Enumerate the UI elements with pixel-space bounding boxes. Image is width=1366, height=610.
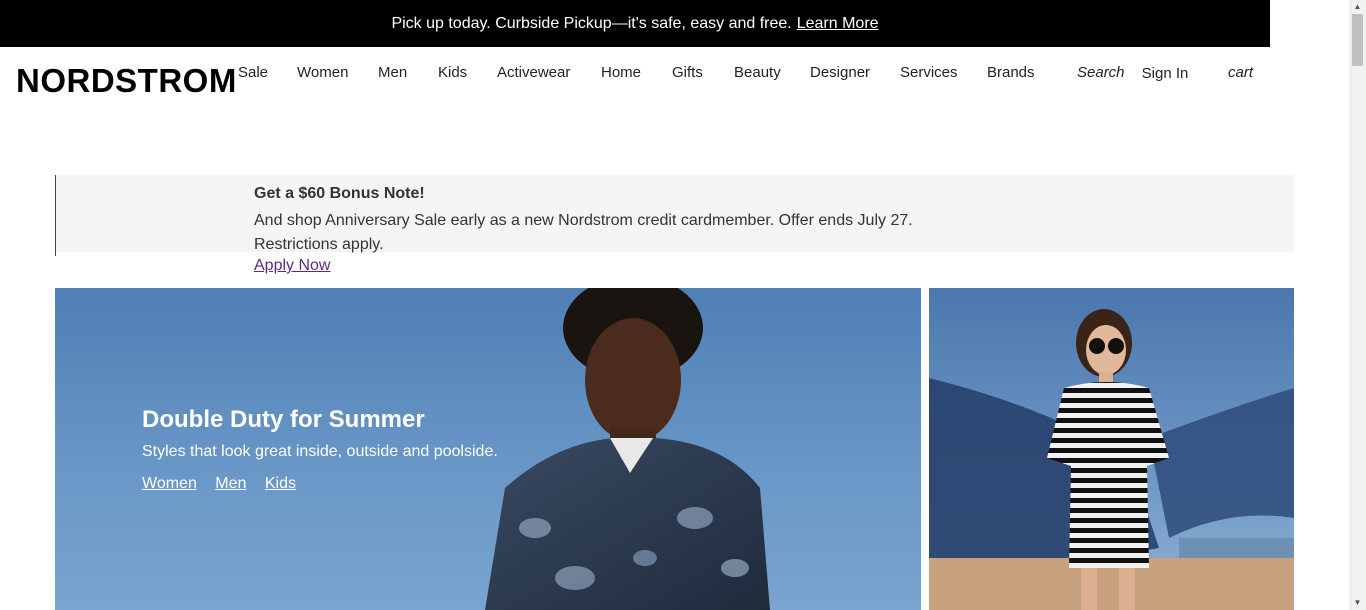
nav-beauty[interactable]: Beauty <box>734 64 781 81</box>
scroll-thumb[interactable] <box>1352 14 1363 66</box>
search-button[interactable]: Search <box>1077 64 1125 81</box>
hero-subtitle: Styles that look great inside, outside a… <box>142 443 498 460</box>
nav-designer[interactable]: Designer <box>810 64 870 81</box>
hero-title: Double Duty for Summer <box>142 406 425 433</box>
offer-title: Get a $60 Bonus Note! <box>254 185 425 202</box>
promo-bar: Pick up today. Curbside Pickup—it's safe… <box>0 0 1270 47</box>
hero-link-men[interactable]: Men <box>215 475 246 492</box>
nav-brands[interactable]: Brands <box>987 64 1035 81</box>
nav-gifts[interactable]: Gifts <box>672 64 703 81</box>
nav-kids[interactable]: Kids <box>438 64 467 81</box>
scroll-down-icon[interactable]: ▼ <box>1349 596 1366 610</box>
nav-home[interactable]: Home <box>601 64 641 81</box>
hero-link-kids[interactable]: Kids <box>265 475 296 492</box>
hero-image-striped-dress[interactable] <box>929 288 1294 610</box>
hero-link-women[interactable]: Women <box>142 475 197 492</box>
nordstrom-logo[interactable]: NORDSTROM <box>16 62 237 100</box>
hero-links: Women Men Kids <box>142 475 310 493</box>
woman-photo <box>929 309 1294 610</box>
nav-sale[interactable]: Sale <box>238 64 268 81</box>
scroll-up-icon[interactable]: ▲ <box>1349 0 1366 14</box>
offer-text: And shop Anniversary Sale early as a new… <box>254 212 913 253</box>
banner-divider <box>55 175 56 256</box>
learn-more-link[interactable]: Learn More <box>797 15 879 33</box>
promo-text: Pick up today. Curbside Pickup—it's safe… <box>391 14 792 32</box>
nav-women[interactable]: Women <box>297 64 348 81</box>
apply-now-link[interactable]: Apply Now <box>254 257 330 275</box>
cart-link[interactable]: cart <box>1228 64 1253 81</box>
nav-activewear[interactable]: Activewear <box>497 64 570 81</box>
sign-in-link[interactable]: Sign In <box>1138 64 1192 83</box>
nav-services[interactable]: Services <box>900 64 958 81</box>
nav-men[interactable]: Men <box>378 64 407 81</box>
vertical-scrollbar[interactable] <box>1349 0 1366 610</box>
